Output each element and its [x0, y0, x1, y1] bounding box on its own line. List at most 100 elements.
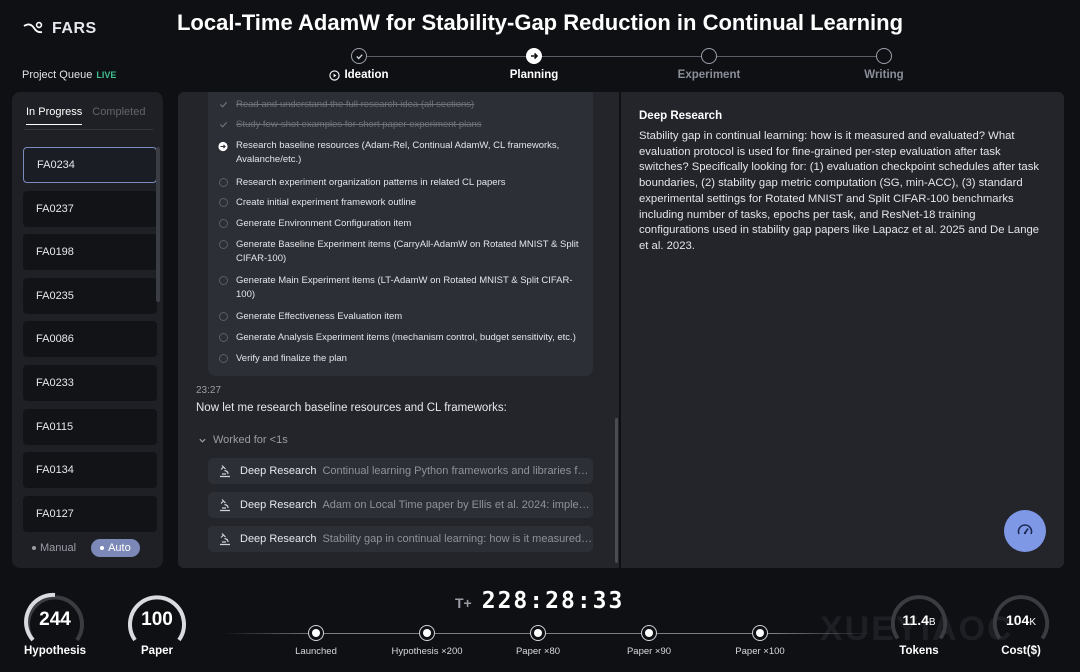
tool-call-row[interactable]: Deep Research Continual learning Python …: [208, 458, 593, 484]
hypothesis-value: 244: [39, 609, 71, 630]
tokens-label: Tokens: [899, 645, 939, 657]
live-badge: LIVE: [96, 70, 117, 80]
stage-label: Planning: [509, 69, 559, 81]
message-timestamp: 23:27: [196, 385, 222, 396]
plan-item-text: Research experiment organization pattern…: [236, 177, 506, 188]
tool-query: Continual learning Python frameworks and…: [322, 465, 592, 477]
milestone-dot: [530, 625, 546, 641]
microscope-icon: [220, 499, 230, 512]
plan-item: Research experiment organization pattern…: [218, 176, 586, 190]
project-queue-label: Project Queue: [22, 69, 93, 81]
sidebar-scrollbar[interactable]: [156, 147, 160, 302]
queue-item[interactable]: FA0115: [23, 408, 157, 445]
plan-item-text: Generate Analysis Experiment items (mech…: [236, 332, 576, 343]
plan-item-text: Generate Environment Configuration item: [236, 218, 412, 229]
pending-circle-icon: [218, 198, 228, 207]
stage-writing[interactable]: Writing: [829, 48, 939, 81]
worked-label: Worked for <1s: [213, 434, 288, 446]
worked-toggle[interactable]: Worked for <1s: [198, 434, 288, 446]
plan-item: Generate Analysis Experiment items (mech…: [218, 331, 586, 345]
tool-call-row[interactable]: Deep Research Adam on Local Time paper b…: [208, 492, 593, 518]
microscope-icon: [220, 533, 230, 546]
pending-circle-icon: [218, 178, 228, 187]
milestone-dot: [308, 625, 324, 641]
queue-tabs: In Progress Completed: [26, 106, 145, 125]
auto-mode-button[interactable]: Auto: [91, 539, 140, 557]
pending-circle-icon: [218, 276, 228, 285]
tool-name: Deep Research: [240, 533, 317, 545]
milestone-label: Paper ×90: [626, 646, 672, 657]
queue-item[interactable]: FA0237: [23, 190, 157, 227]
pending-circle-icon: [218, 354, 228, 363]
pending-dot-icon: [876, 48, 892, 64]
hypothesis-label: Hypothesis: [24, 645, 86, 657]
stage-label: Writing: [864, 69, 904, 81]
tabs-divider: [24, 129, 153, 130]
stage-ideation[interactable]: Ideation: [304, 48, 414, 81]
check-icon: [218, 98, 228, 112]
queue-item[interactable]: FA0127: [23, 495, 157, 532]
plan-item: Generate Baseline Experiment items (Carr…: [218, 238, 586, 266]
arrow-right-icon: [526, 48, 542, 64]
plan-item: Read and understand the full research id…: [218, 98, 586, 112]
cost-gauge: 104K Cost($): [990, 590, 1052, 657]
speedometer-button[interactable]: [1004, 510, 1046, 552]
stage-planning[interactable]: Planning: [479, 48, 589, 81]
pending-circle-icon: [218, 333, 228, 342]
queue-item[interactable]: FA0134: [23, 452, 157, 489]
pending-circle-icon: [218, 312, 228, 321]
speedometer-icon: [1017, 524, 1033, 535]
tool-name: Deep Research: [240, 465, 317, 477]
tool-query: Stability gap in continual learning: how…: [322, 533, 592, 545]
stage-stepper: Ideation Planning Experiment Writing: [329, 48, 904, 88]
pending-circle-icon: [218, 240, 228, 249]
stage-label: Ideation: [344, 69, 389, 81]
detail-title: Deep Research: [639, 110, 723, 122]
milestone-label: Paper ×80: [515, 646, 561, 657]
plan-item-text: Create initial experiment framework outl…: [236, 197, 417, 208]
milestone-label: Paper ×100: [735, 646, 785, 657]
queue-item[interactable]: FA0235: [23, 277, 157, 314]
timer-prefix: T+: [455, 595, 472, 611]
tool-call-row[interactable]: Deep Research Stability gap in continual…: [208, 526, 593, 552]
paper-label: Paper: [141, 645, 173, 657]
queue-item[interactable]: FA0233: [23, 364, 157, 401]
manual-label: Manual: [40, 542, 77, 554]
queue-item[interactable]: FA0086: [23, 321, 157, 358]
play-circle-icon: [329, 69, 341, 81]
timer-value: 228:28:33: [481, 588, 625, 614]
queue-list: FA0234 FA0237 FA0198 FA0235 FA0086 FA023…: [23, 147, 157, 575]
stage-experiment[interactable]: Experiment: [654, 48, 764, 81]
plan-checklist: Read and understand the full research id…: [208, 92, 593, 376]
stepper-line: [359, 56, 884, 57]
conversation-scrollbar[interactable]: [615, 418, 618, 563]
manual-mode-button[interactable]: Manual: [23, 539, 85, 557]
detail-body: Stability gap in continual learning: how…: [639, 130, 1040, 252]
plan-item-text: Read and understand the full research id…: [236, 99, 475, 110]
check-icon: [351, 48, 367, 64]
microscope-icon: [220, 465, 230, 478]
check-icon: [218, 118, 228, 132]
paper-value: 100: [141, 609, 173, 630]
plan-item-text: Generate Baseline Experiment items (Carr…: [236, 239, 579, 264]
tab-in-progress[interactable]: In Progress: [26, 106, 83, 125]
plan-item-text: Generate Effectiveness Evaluation item: [236, 311, 403, 322]
plan-item: Study few-shot examples for short paper …: [218, 118, 586, 132]
plan-item: Generate Effectiveness Evaluation item: [218, 310, 586, 324]
milestone-dot: [641, 625, 657, 641]
plan-item-text: Research baseline resources (Adam-Rel, C…: [236, 140, 560, 165]
tab-completed[interactable]: Completed: [92, 106, 145, 125]
milestone-dot: [752, 625, 768, 641]
arrow-circle-icon: [218, 139, 228, 167]
cost-value: 104: [1005, 612, 1030, 628]
pending-circle-icon: [218, 219, 228, 228]
plan-item: Create initial experiment framework outl…: [218, 196, 586, 210]
milestone-label: Launched: [295, 646, 337, 657]
plan-item: Generate Environment Configuration item: [218, 217, 586, 231]
tokens-unit: B: [928, 617, 936, 628]
plan-item: Research baseline resources (Adam-Rel, C…: [218, 139, 586, 167]
queue-item[interactable]: FA0198: [23, 234, 157, 271]
assistant-message: Now let me research baseline resources a…: [196, 402, 507, 414]
queue-item[interactable]: FA0234: [23, 147, 157, 183]
milestone-dot: [419, 625, 435, 641]
